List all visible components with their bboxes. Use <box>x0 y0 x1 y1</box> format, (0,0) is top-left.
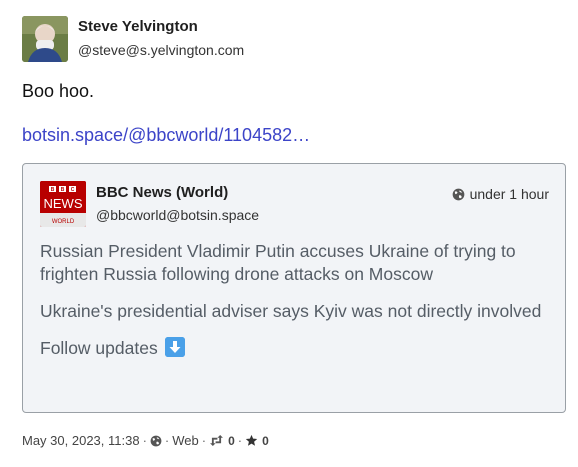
meta-separator: · <box>164 433 170 448</box>
follow-updates-text: Follow updates <box>40 338 158 358</box>
favourite-counter[interactable]: 0 <box>245 434 269 448</box>
status-meta: May 30, 2023, 11:38 · · Web · 0 · 0 <box>22 433 269 448</box>
author-avatar[interactable] <box>22 16 68 62</box>
author-name[interactable]: Steve Yelvington <box>78 18 244 36</box>
bbc-logo-c: C <box>71 187 75 193</box>
globe-icon <box>150 435 162 446</box>
status-content: Boo hoo. <box>22 81 95 101</box>
meta-separator: · <box>237 433 243 448</box>
meta-separator: · <box>201 433 207 448</box>
boost-icon <box>210 435 224 446</box>
globe-icon <box>452 188 464 200</box>
boost-count: 0 <box>228 433 235 448</box>
status-link[interactable]: botsin.space/@bbcworld/1104582… <box>22 125 310 146</box>
bbc-logo-b2: B <box>61 187 65 193</box>
favourite-count: 0 <box>262 433 269 448</box>
quote-paragraph: Ukraine's presidential adviser says Kyiv… <box>40 301 542 321</box>
bbc-logo-news: NEWS <box>44 196 83 211</box>
down-arrow-emoji-icon <box>164 337 185 357</box>
bbc-logo-world: WORLD <box>52 219 75 225</box>
quoted-status[interactable]: B B C NEWS WORLD BBC News (World) @bbcwo… <box>22 163 566 413</box>
quote-paragraph: Russian President Vladimir Putin accuses… <box>40 241 516 284</box>
quote-time-label: under 1 hour <box>469 186 549 202</box>
quote-author-name[interactable]: BBC News (World) <box>96 184 228 201</box>
author-handle[interactable]: @steve@s.yelvington.com <box>78 41 244 59</box>
bbc-logo-b1: B <box>51 187 55 193</box>
star-icon <box>245 434 258 446</box>
quote-content: Russian President Vladimir Putin accuses… <box>40 240 550 374</box>
status-author[interactable]: Steve Yelvington @steve@s.yelvington.com <box>22 16 244 62</box>
status-app: Web <box>172 433 199 448</box>
quote-paragraph-follow: Follow updates <box>40 337 550 360</box>
boost-counter[interactable]: 0 <box>209 434 235 448</box>
status-datetime[interactable]: May 30, 2023, 11:38 <box>22 433 140 448</box>
meta-separator: · <box>142 433 147 448</box>
quote-timestamp[interactable]: under 1 hour <box>452 186 549 202</box>
quote-author-handle[interactable]: @bbcworld@botsin.space <box>96 207 259 223</box>
bbc-news-avatar[interactable]: B B C NEWS WORLD <box>40 181 86 227</box>
